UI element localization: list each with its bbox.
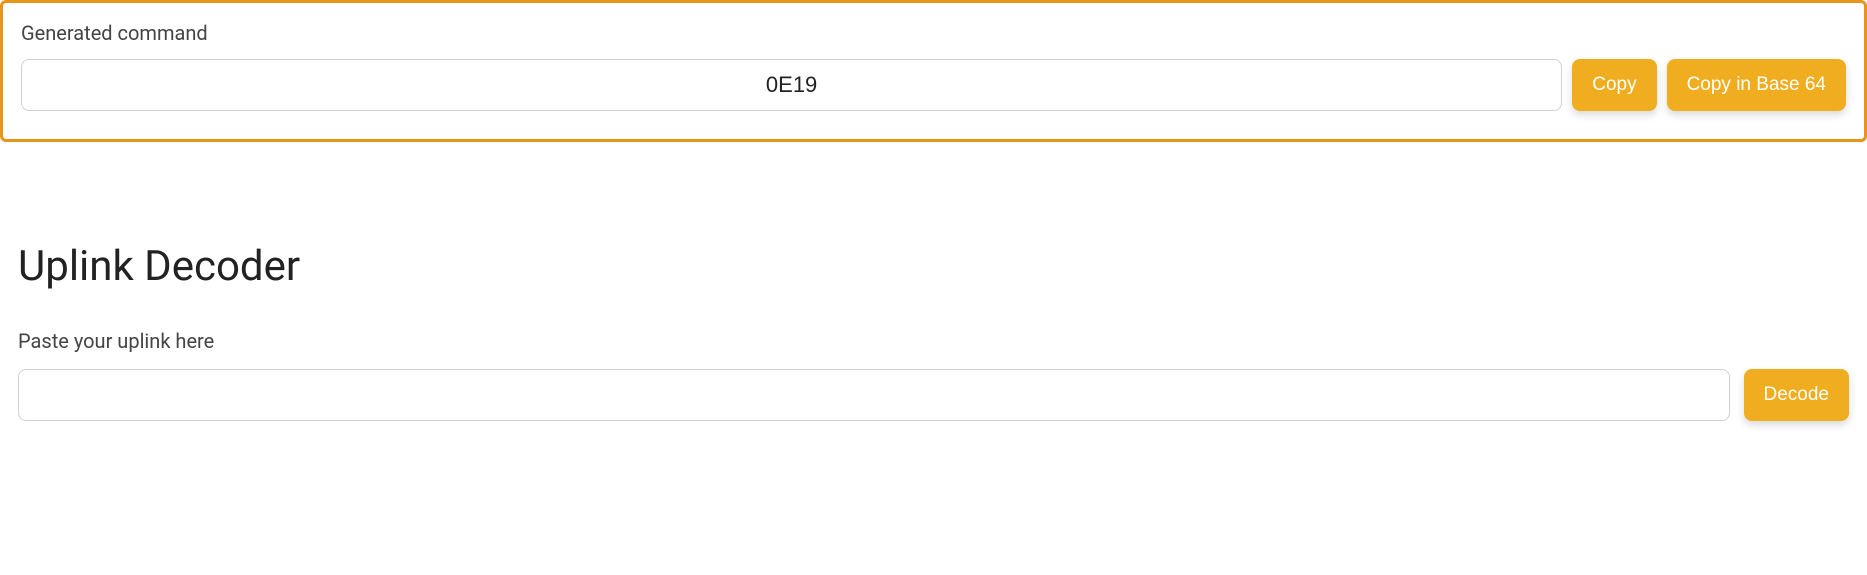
generated-command-section: Generated command Copy Copy in Base 64	[0, 0, 1867, 142]
generated-command-row: Copy Copy in Base 64	[21, 59, 1846, 111]
uplink-row: Decode	[18, 369, 1849, 421]
decode-button[interactable]: Decode	[1744, 369, 1850, 421]
generated-command-input[interactable]	[21, 59, 1562, 111]
uplink-decoder-section: Uplink Decoder Paste your uplink here De…	[0, 242, 1867, 421]
uplink-input[interactable]	[18, 369, 1730, 421]
generated-command-label: Generated command	[21, 21, 1846, 45]
copy-base64-button[interactable]: Copy in Base 64	[1667, 59, 1846, 111]
uplink-input-label: Paste your uplink here	[18, 329, 1849, 353]
uplink-decoder-title: Uplink Decoder	[18, 242, 1849, 291]
copy-button[interactable]: Copy	[1572, 59, 1656, 111]
